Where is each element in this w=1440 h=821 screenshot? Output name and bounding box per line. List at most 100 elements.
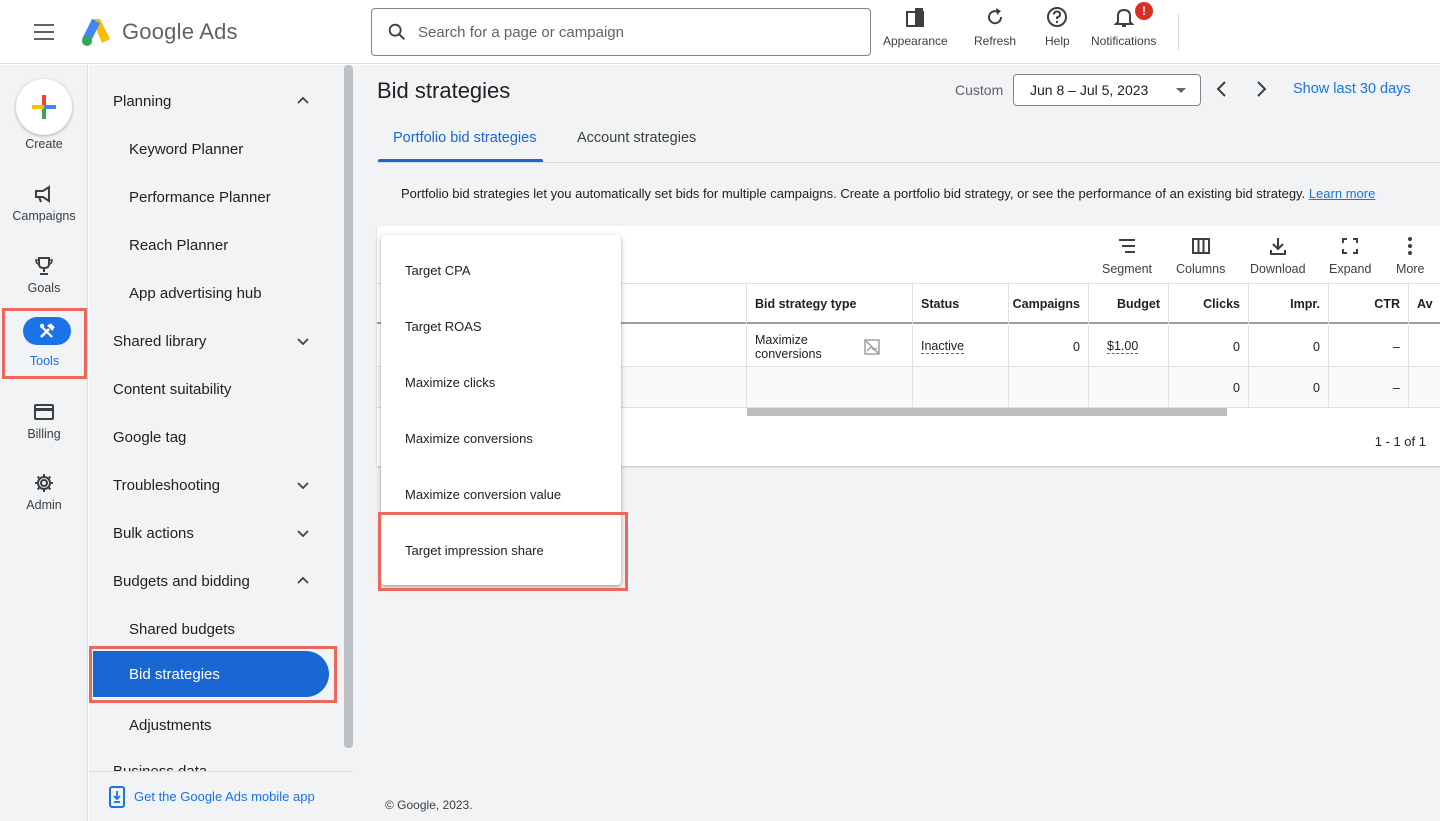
expand-button[interactable]: Expand — [1329, 236, 1371, 276]
chevron-left-icon[interactable] — [1214, 80, 1230, 98]
search-box[interactable] — [371, 8, 871, 56]
page-title: Bid strategies — [377, 78, 511, 103]
nav-item-google-tag[interactable]: Google tag — [89, 413, 339, 461]
header-divider — [1178, 14, 1179, 50]
appearance-icon — [906, 8, 925, 27]
appearance-button[interactable]: Appearance — [883, 6, 948, 58]
nav-section-budgets-and-bidding[interactable]: Budgets and bidding — [89, 557, 339, 605]
nav-budgets-bidding-label: Budgets and bidding — [113, 572, 250, 590]
bid-strategy-type-value: Maximize conversions — [755, 332, 822, 361]
nav-content-suitability-label: Content suitability — [113, 380, 232, 398]
columns-button[interactable]: Columns — [1176, 236, 1225, 276]
rail-tools-label: Tools — [29, 354, 60, 368]
nav-item-performance-planner[interactable]: Performance Planner — [89, 173, 339, 221]
date-range-picker[interactable]: Jun 8 – Jul 5, 2023 — [1013, 74, 1201, 106]
nav-item-app-advertising-hub[interactable]: App advertising hub — [89, 269, 339, 317]
left-rail: Create Campaigns Goals Tools Billing Adm… — [0, 65, 88, 821]
menu-item-target-roas[interactable]: Target ROAS — [381, 298, 621, 354]
nav-item-reach-planner[interactable]: Reach Planner — [89, 221, 339, 269]
nav-scrollbar[interactable] — [344, 65, 353, 748]
nav-section-troubleshooting[interactable]: Troubleshooting — [89, 461, 339, 509]
budget-value[interactable]: $1.00 — [1107, 339, 1139, 354]
credit-card-icon — [34, 404, 54, 420]
cell-total-ctr: – — [1328, 367, 1408, 408]
learn-more-link[interactable]: Learn more — [1309, 186, 1375, 201]
date-range-type: Custom — [955, 82, 1004, 98]
column-header-av[interactable]: Av — [1408, 284, 1440, 324]
tools-pill — [23, 317, 71, 345]
target-impression-share-highlight-box — [378, 512, 628, 591]
menu-item-maximize-clicks[interactable]: Maximize clicks — [381, 354, 621, 410]
columns-label: Columns — [1176, 262, 1226, 276]
rail-item-billing[interactable]: Billing — [0, 401, 88, 441]
megaphone-icon — [35, 185, 50, 203]
rail-item-goals[interactable]: Goals — [0, 255, 88, 295]
chevron-up-icon — [297, 96, 309, 104]
mobile-app-label: Get the Google Ads mobile app — [134, 789, 315, 804]
image-off-icon — [864, 338, 880, 355]
rail-create-label: Create — [25, 137, 63, 151]
more-button[interactable]: More — [1396, 236, 1424, 276]
column-header-impr[interactable]: Impr. — [1248, 284, 1328, 324]
logo-text: Google Ads — [122, 19, 238, 44]
chevron-up-icon — [297, 576, 309, 584]
rail-item-admin[interactable]: Admin — [0, 472, 88, 512]
rail-goals-label: Goals — [27, 281, 61, 295]
chevron-down-icon — [297, 482, 309, 490]
column-header-status[interactable]: Status — [912, 284, 1008, 324]
search-icon — [388, 23, 406, 41]
status-value[interactable]: Inactive — [921, 339, 965, 354]
segment-button[interactable]: Segment — [1102, 236, 1152, 276]
column-header-bid-strategy-type[interactable]: Bid strategy type — [746, 284, 912, 324]
nav-section-bulk-actions[interactable]: Bulk actions — [89, 509, 339, 557]
cell-total-budget — [1088, 367, 1168, 408]
download-button[interactable]: Download — [1250, 236, 1306, 276]
column-header-ctr[interactable]: CTR — [1328, 284, 1408, 324]
segment-label: Segment — [1102, 262, 1153, 276]
nav-item-keyword-planner[interactable]: Keyword Planner — [89, 125, 339, 173]
refresh-button[interactable]: Refresh — [974, 6, 1016, 58]
chevron-right-icon[interactable] — [1253, 80, 1269, 98]
nav-reach-planner-label: Reach Planner — [129, 236, 229, 254]
google-ads-logo[interactable]: Google Ads — [80, 16, 238, 48]
cell-total-impr: 0 — [1248, 367, 1328, 408]
trophy-icon — [35, 257, 53, 275]
menu-icon[interactable] — [34, 24, 54, 40]
create-button[interactable] — [16, 79, 72, 135]
tab-account-strategies[interactable]: Account strategies — [577, 130, 696, 146]
nav-performance-planner-label: Performance Planner — [129, 188, 271, 206]
help-icon — [1047, 7, 1068, 27]
menu-item-target-cpa[interactable]: Target CPA — [381, 242, 621, 298]
nav-section-shared-library[interactable]: Shared library — [89, 317, 339, 365]
nav-item-content-suitability[interactable]: Content suitability — [89, 365, 339, 413]
tab-portfolio-bid-strategies[interactable]: Portfolio bid strategies — [393, 130, 536, 146]
nav-item-adjustments[interactable]: Adjustments — [89, 701, 339, 749]
chevron-down-icon — [297, 338, 309, 346]
cell-total-status — [912, 367, 1008, 408]
cell-bid-strategy-type: Maximize conversions — [746, 326, 912, 367]
nav-section-planning[interactable]: Planning — [89, 77, 339, 125]
date-range-value: Jun 8 – Jul 5, 2023 — [1030, 82, 1149, 98]
cell-total-type — [746, 367, 912, 408]
nav-google-tag-label: Google tag — [113, 428, 187, 446]
description-text: Portfolio bid strategies let you automat… — [401, 186, 1306, 201]
nav-app-hub-label: App advertising hub — [129, 284, 262, 302]
show-last-30-days-link[interactable]: Show last 30 days — [1293, 81, 1411, 97]
column-header-budget[interactable]: Budget — [1088, 284, 1168, 324]
rail-item-campaigns[interactable]: Campaigns — [0, 183, 88, 223]
refresh-icon — [988, 8, 1003, 25]
table-horizontal-scrollbar[interactable] — [747, 408, 1227, 416]
nav-bulk-actions-label: Bulk actions — [113, 524, 194, 542]
column-header-campaigns[interactable]: Campaigns — [1008, 284, 1088, 324]
menu-item-maximize-conversions[interactable]: Maximize conversions — [381, 410, 621, 466]
cell-total-av — [1408, 367, 1440, 408]
download-label: Download — [1250, 262, 1306, 276]
mobile-app-link[interactable]: Get the Google Ads mobile app — [89, 771, 353, 821]
help-button[interactable]: Help — [1045, 6, 1070, 58]
rail-item-tools[interactable]: Tools — [2, 308, 87, 379]
notifications-button[interactable]: Notifications ! — [1091, 2, 1156, 58]
search-input[interactable] — [418, 23, 838, 41]
rail-create-label-wrap: Create — [0, 137, 88, 151]
column-header-clicks[interactable]: Clicks — [1168, 284, 1248, 324]
tools-icon — [39, 323, 55, 338]
